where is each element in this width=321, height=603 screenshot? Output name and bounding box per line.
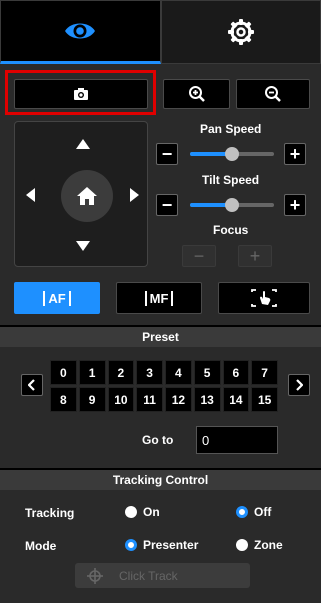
mode-presenter-label: Presenter [143,538,199,552]
radio-dot [125,539,137,551]
tracking-section-title: Tracking Control [0,470,321,490]
preset-button[interactable]: 5 [193,360,221,385]
pan-speed-label: Pan Speed [200,122,262,136]
focus-minus-button[interactable]: − [182,245,216,267]
preset-button[interactable]: 2 [107,360,135,385]
radio-dot [236,539,248,551]
preset-grid: 0 1 2 3 4 5 6 7 8 9 10 11 12 13 14 15 [50,360,278,412]
af-button[interactable]: AF [14,282,100,314]
pan-right-arrow-icon[interactable] [130,188,139,202]
tracking-off-radio[interactable]: Off [236,505,271,519]
preset-button[interactable]: 3 [136,360,163,385]
mf-label: MF [144,290,174,306]
chevron-right-icon [296,379,303,391]
tracking-on-radio[interactable]: On [125,505,160,519]
pan-speed-minus-button[interactable]: − [156,143,178,165]
zoom-out-icon [265,86,281,102]
preset-button[interactable]: 1 [78,360,106,385]
pan-speed-slider[interactable] [190,147,274,161]
eye-icon [65,23,96,39]
preset-button[interactable]: 11 [136,387,163,412]
preset-button[interactable]: 4 [165,360,192,385]
tracking-label: Tracking [25,506,75,520]
tab-camera-control[interactable] [0,0,161,64]
zoom-in-button[interactable] [163,79,230,109]
tab-settings[interactable] [160,0,321,64]
preset-button[interactable]: 8 [50,387,77,412]
preset-button[interactable]: 14 [222,387,250,412]
touch-focus-button[interactable] [218,282,310,314]
crosshair-icon [87,567,103,584]
goto-label: Go to [142,433,174,447]
pan-speed-plus-button[interactable]: + [284,143,306,165]
preset-button[interactable]: 15 [251,387,278,412]
af-label: AF [43,290,71,306]
preset-button[interactable]: 9 [78,387,106,412]
goto-preset-input[interactable] [196,426,278,454]
click-track-label: Click Track [119,568,178,583]
gear-icon [227,19,254,45]
tilt-speed-label: Tilt Speed [202,173,260,187]
zoom-out-button[interactable] [236,79,310,109]
tilt-speed-minus-button[interactable]: − [156,194,178,216]
snapshot-button[interactable] [14,79,148,109]
pan-up-arrow-icon[interactable] [76,139,90,149]
chevron-left-icon [28,379,35,391]
tab-bar [0,0,321,64]
camera-icon [74,88,88,100]
preset-button[interactable]: 10 [107,387,135,412]
tilt-speed-slider[interactable] [190,198,274,212]
home-icon [77,187,97,205]
focus-label: Focus [213,223,249,237]
radio-dot [125,506,137,518]
ptz-pad [14,121,148,267]
preset-prev-button[interactable] [21,374,43,396]
mode-presenter-radio[interactable]: Presenter [125,538,198,552]
focus-plus-button[interactable]: + [238,245,272,267]
preset-next-button[interactable] [288,374,310,396]
preset-button[interactable]: 13 [193,387,221,412]
mode-label: Mode [25,539,57,553]
preset-section-title: Preset [0,327,321,347]
preset-button[interactable]: 7 [251,360,278,385]
tilt-speed-plus-button[interactable]: + [284,194,306,216]
home-position-button[interactable] [61,170,113,222]
pan-down-arrow-icon[interactable] [76,241,90,251]
radio-dot [236,506,248,518]
zoom-in-icon [188,86,205,102]
tracking-on-label: On [143,505,160,519]
tracking-off-label: Off [254,505,272,519]
pan-left-arrow-icon[interactable] [26,188,35,202]
mf-button[interactable]: MF [116,282,202,314]
pan-speed-knob[interactable] [225,147,239,161]
mode-zone-label: Zone [254,538,283,552]
touch-focus-icon [251,289,277,307]
preset-button[interactable]: 0 [50,360,77,385]
mode-zone-radio[interactable]: Zone [236,538,283,552]
tilt-speed-knob[interactable] [225,198,239,212]
preset-button[interactable]: 12 [165,387,192,412]
preset-button[interactable]: 6 [222,360,250,385]
click-track-button[interactable]: Click Track [75,563,250,588]
